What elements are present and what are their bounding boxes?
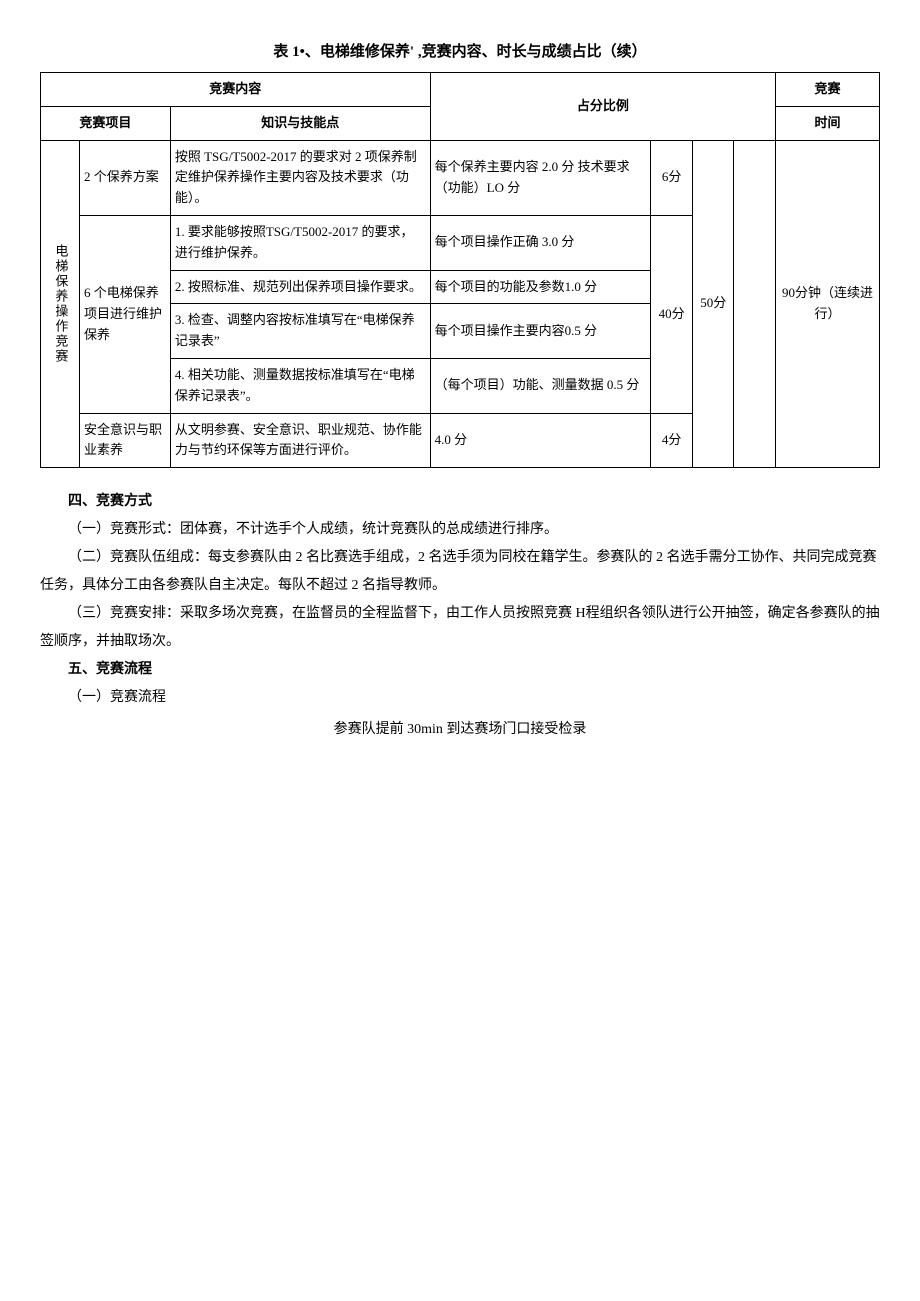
score-cell: 40分 — [651, 215, 693, 413]
th-time-sub: 时间 — [776, 106, 880, 140]
blank-cell — [734, 140, 776, 468]
document-page: 表 1•、电梯维修保养' ,竞赛内容、时长与成绩占比（续） 竞赛内容 占分比例 … — [40, 40, 880, 744]
th-knowledge: 知识与技能点 — [170, 106, 430, 140]
paragraph: （一）竞赛流程 — [40, 684, 880, 712]
body-section: 四、竞赛方式 （一）竞赛形式：团体赛，不计选手个人成绩，统计竞赛队的总成绩进行排… — [40, 488, 880, 744]
time-cell: 90分钟（连续进行） — [776, 140, 880, 468]
paragraph: （二）竞赛队伍组成：每支参赛队由 2 名比赛选手组成，2 名选手须为同校在籍学生… — [40, 544, 880, 600]
knowledge-cell: 从文明参赛、安全意识、职业规范、协作能力与节约环保等方面进行评价。 — [170, 413, 430, 468]
category-cell: 电梯保养操作竞赛 — [41, 140, 80, 468]
table-header-row: 竞赛内容 占分比例 竞赛 — [41, 73, 880, 107]
criteria-cell: 每个项目操作主要内容0.5 分 — [430, 304, 651, 359]
table-title: 表 1•、电梯维修保养' ,竞赛内容、时长与成绩占比（续） — [40, 40, 880, 64]
scoring-table: 竞赛内容 占分比例 竞赛 竞赛项目 知识与技能点 时间 电梯保养操作竞赛 2 个… — [40, 72, 880, 468]
knowledge-cell: 1. 要求能够按照TSG/T5002-2017 的要求，进行维护保养。 — [170, 215, 430, 270]
table-row: 电梯保养操作竞赛 2 个保养方案 按照 TSG/T5002-2017 的要求对 … — [41, 140, 880, 215]
criteria-cell: （每个项目）功能、测量数据 0.5 分 — [430, 358, 651, 413]
knowledge-cell: 3. 检查、调整内容按标准填写在“电梯保养记录表” — [170, 304, 430, 359]
criteria-cell: 每个项目操作正确 3.0 分 — [430, 215, 651, 270]
subtotal-cell: 50分 — [692, 140, 734, 468]
item-cell: 安全意识与职业素养 — [79, 413, 170, 468]
criteria-cell: 4.0 分 — [430, 413, 651, 468]
th-content: 竞赛内容 — [41, 73, 431, 107]
criteria-cell: 每个保养主要内容 2.0 分 技术要求（功能）LO 分 — [430, 140, 651, 215]
knowledge-cell: 2. 按照标准、规范列出保养项目操作要求。 — [170, 270, 430, 304]
score-cell: 6分 — [651, 140, 693, 215]
th-time: 竞赛 — [776, 73, 880, 107]
paragraph: （一）竞赛形式：团体赛，不计选手个人成绩，统计竞赛队的总成绩进行排序。 — [40, 516, 880, 544]
knowledge-cell: 4. 相关功能、测量数据按标准填写在“电梯保养记录表”。 — [170, 358, 430, 413]
item-cell: 2 个保养方案 — [79, 140, 170, 215]
item-cell: 6 个电梯保养项目进行维护保养 — [79, 215, 170, 413]
section-heading: 四、竞赛方式 — [40, 488, 880, 516]
criteria-cell: 每个项目的功能及参数1.0 分 — [430, 270, 651, 304]
knowledge-cell: 按照 TSG/T5002-2017 的要求对 2 项保养制定维护保养操作主要内容… — [170, 140, 430, 215]
th-ratio: 占分比例 — [430, 73, 775, 141]
paragraph: 参赛队提前 30min 到达赛场门口接受检录 — [40, 716, 880, 744]
th-subject: 竞赛项目 — [41, 106, 171, 140]
paragraph: （三）竞赛安排：采取多场次竞赛，在监督员的全程监督下，由工作人员按照竞赛 H程组… — [40, 600, 880, 656]
section-heading: 五、竞赛流程 — [40, 656, 880, 684]
score-cell: 4分 — [651, 413, 693, 468]
